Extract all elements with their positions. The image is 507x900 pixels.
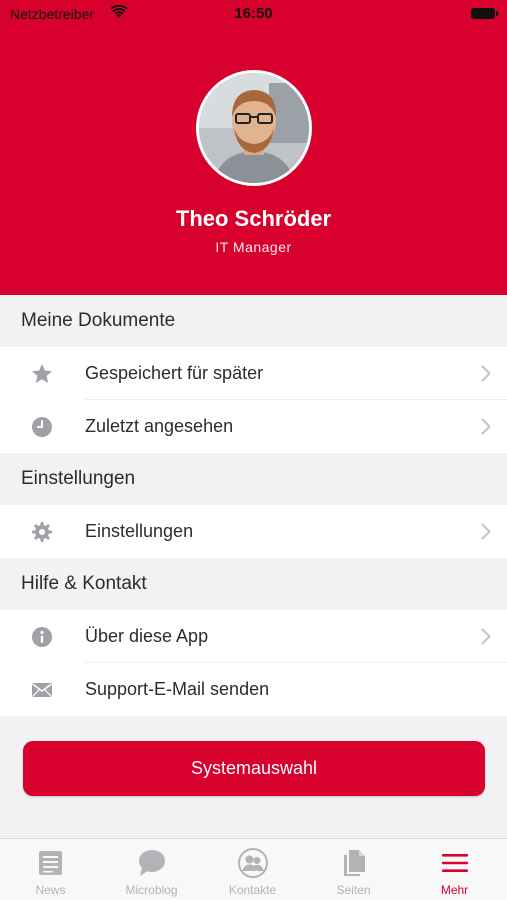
status-bar: Netzbetreiber 16:50 <box>0 0 507 28</box>
list-item-einstellungen[interactable]: Einstellungen <box>0 505 507 558</box>
list-item-zuletzt-angesehen[interactable]: Zuletzt angesehen <box>0 400 507 453</box>
chevron-right-icon <box>481 523 491 540</box>
tab-seiten[interactable]: Seiten <box>303 839 404 900</box>
menu-icon <box>442 854 468 872</box>
list-item-label: Support-E-Mail senden <box>85 679 270 699</box>
tab-label: Microblog <box>125 883 178 897</box>
contacts-icon <box>238 848 268 878</box>
status-time: 16:50 <box>234 5 273 22</box>
profile-header: Netzbetreiber 16:50 Theo Schröder IT Man… <box>0 0 507 295</box>
profile-name: Theo Schröder <box>175 206 332 231</box>
profile-role: IT Manager <box>215 239 292 255</box>
battery-icon <box>471 8 498 19</box>
avatar[interactable] <box>196 70 312 186</box>
section-header-einstellungen: Einstellungen <box>0 453 507 505</box>
list-item-label: Einstellungen <box>85 521 194 541</box>
tab-bar: News Microblog Kontakte Seiten Mehr <box>0 838 507 900</box>
chevron-right-icon <box>481 365 491 382</box>
tab-mehr[interactable]: Mehr <box>404 839 505 900</box>
info-icon <box>32 627 52 647</box>
section-header-meine-dokumente: Meine Dokumente <box>0 295 507 347</box>
news-icon <box>39 851 62 875</box>
mail-icon <box>32 683 52 697</box>
tab-news[interactable]: News <box>0 839 101 900</box>
gear-icon <box>32 522 52 542</box>
pages-icon <box>344 850 365 876</box>
avatar-photo <box>199 73 309 183</box>
speech-bubble-icon <box>139 850 165 876</box>
tab-microblog[interactable]: Microblog <box>101 839 202 900</box>
list-item-gespeichert[interactable]: Gespeichert für später <box>0 347 507 400</box>
list-item-label: Zuletzt angesehen <box>85 416 234 436</box>
list-item-label: Über diese App <box>85 626 209 646</box>
section-header-hilfe-kontakt: Hilfe & Kontakt <box>0 558 507 610</box>
list-item-ueber-diese-app[interactable]: Über diese App <box>0 610 507 663</box>
list-item-support-email[interactable]: Support-E-Mail senden <box>0 663 507 716</box>
clock-icon <box>32 417 52 437</box>
chevron-right-icon <box>481 418 491 435</box>
chevron-right-icon <box>481 628 491 645</box>
list-item-label: Gespeichert für später <box>85 363 264 383</box>
tab-kontakte[interactable]: Kontakte <box>202 839 303 900</box>
system-select-button[interactable]: Systemauswahl <box>23 741 485 796</box>
tab-label: Seiten <box>336 883 371 897</box>
tab-label: Kontakte <box>228 883 277 897</box>
star-icon <box>32 364 52 383</box>
tab-label: Mehr <box>440 883 469 897</box>
tab-label: News <box>35 883 66 897</box>
